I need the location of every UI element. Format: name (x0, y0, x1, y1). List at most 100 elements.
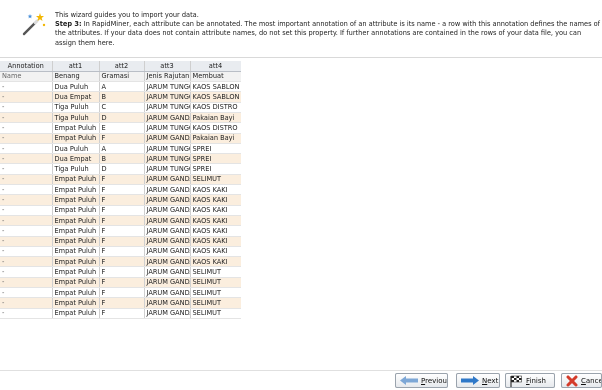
table-cell[interactable]: JARUM TUNGGAL (144, 122, 191, 134)
table-cell[interactable]: KAOS KAKI (190, 246, 241, 258)
annotation-cell[interactable]: - (0, 308, 53, 319)
table-cell[interactable]: Empat Puluh (52, 225, 100, 237)
table-cell[interactable]: JARUM TUNGGAL (144, 91, 191, 103)
table-cell[interactable]: SELIMUT (190, 297, 241, 309)
table-cell[interactable]: Empat Puluh (52, 194, 100, 206)
table-cell[interactable]: Dua Empat (52, 153, 100, 165)
finish-button[interactable]: Finish (505, 373, 555, 388)
table-cell[interactable]: E (99, 122, 145, 134)
table-cell[interactable]: Dua Puluh (52, 143, 100, 155)
annotation-cell[interactable]: - (0, 297, 53, 309)
table-cell[interactable]: SPREI (190, 153, 241, 165)
annotation-cell[interactable]: - (0, 133, 53, 144)
table-cell[interactable]: Membuat (190, 71, 241, 83)
table-cell[interactable]: Pakaian Bayi (190, 112, 241, 124)
table-cell[interactable]: KAOS KAKI (190, 205, 241, 216)
table-cell[interactable]: KAOS SABLON (190, 81, 241, 93)
annotation-cell[interactable]: - (0, 122, 53, 134)
table-cell[interactable]: JARUM GANDA (144, 277, 191, 289)
table-cell[interactable]: JARUM GANDA (144, 256, 191, 268)
table-cell[interactable]: Jenis Rajutan (144, 71, 191, 83)
table-cell[interactable]: Empat Puluh (52, 277, 100, 289)
table-cell[interactable]: Dua Puluh (52, 81, 100, 93)
table-cell[interactable]: SELIMUT (190, 277, 241, 289)
table-cell[interactable]: Empat Puluh (52, 308, 100, 319)
annotation-cell[interactable]: - (0, 277, 53, 289)
table-cell[interactable]: JARUM GANDA (144, 297, 191, 309)
annotation-cell[interactable]: - (0, 246, 53, 258)
table-cell[interactable]: KAOS SABLON (190, 91, 241, 103)
table-cell[interactable]: JARUM GANDA (144, 215, 191, 227)
annotation-cell[interactable]: - (0, 112, 53, 124)
table-cell[interactable]: JARUM GANDA (144, 133, 191, 144)
table-cell[interactable]: JARUM GANDA (144, 308, 191, 319)
table-cell[interactable]: JARUM GANDA (144, 194, 191, 206)
table-cell[interactable]: Tiga Puluh (52, 112, 100, 124)
annotation-cell[interactable]: - (0, 205, 53, 216)
table-cell[interactable]: Empat Puluh (52, 174, 100, 186)
table-cell[interactable]: F (99, 184, 145, 196)
table-cell[interactable]: F (99, 246, 145, 258)
previous-button[interactable]: Previous (395, 373, 448, 388)
annotation-cell[interactable]: - (0, 266, 53, 278)
table-cell[interactable]: F (99, 133, 145, 144)
table-cell[interactable]: JARUM GANDA (144, 184, 191, 196)
table-cell[interactable]: F (99, 266, 145, 278)
table-cell[interactable]: JARUM GANDA (144, 225, 191, 237)
table-cell[interactable]: F (99, 277, 145, 289)
table-cell[interactable]: A (99, 81, 145, 93)
table-cell[interactable]: Benang (52, 71, 100, 83)
table-cell[interactable]: SELIMUT (190, 174, 241, 186)
table-cell[interactable]: F (99, 287, 145, 299)
table-cell[interactable]: F (99, 297, 145, 309)
table-cell[interactable]: Tiga Puluh (52, 102, 100, 113)
table-cell[interactable]: SPREI (190, 163, 241, 175)
table-cell[interactable]: F (99, 174, 145, 186)
annotation-cell[interactable]: - (0, 287, 53, 299)
annotation-cell[interactable]: - (0, 225, 53, 237)
annotation-cell[interactable]: - (0, 91, 53, 103)
table-cell[interactable]: F (99, 225, 145, 237)
column-header-att3[interactable]: att3 (144, 61, 191, 72)
table-cell[interactable]: SELIMUT (190, 287, 241, 299)
table-cell[interactable]: JARUM TUNGGAL (144, 81, 191, 93)
table-cell[interactable]: JARUM TUNGGAL (144, 163, 191, 175)
column-header-att4[interactable]: att4 (190, 61, 241, 72)
table-cell[interactable]: Pakaian Bayi (190, 133, 241, 144)
table-cell[interactable]: KAOS KAKI (190, 225, 241, 237)
table-cell[interactable]: JARUM GANDA (144, 236, 191, 247)
cancel-button[interactable]: Cancel (561, 373, 602, 388)
table-cell[interactable]: KAOS KAKI (190, 236, 241, 247)
table-cell[interactable]: F (99, 205, 145, 216)
table-cell[interactable]: Empat Puluh (52, 122, 100, 134)
column-header-att1[interactable]: att1 (52, 61, 100, 72)
table-cell[interactable]: F (99, 256, 145, 268)
table-cell[interactable]: SPREI (190, 143, 241, 155)
table-cell[interactable]: JARUM GANDA (144, 287, 191, 299)
table-cell[interactable]: Dua Empat (52, 91, 100, 103)
annotation-cell[interactable]: - (0, 163, 53, 175)
table-cell[interactable]: JARUM GANDA (144, 246, 191, 258)
table-cell[interactable]: B (99, 91, 145, 103)
table-cell[interactable]: Empat Puluh (52, 215, 100, 227)
table-cell[interactable]: KAOS KAKI (190, 256, 241, 268)
table-cell[interactable]: KAOS DISTRO (190, 102, 241, 113)
table-cell[interactable]: Empat Puluh (52, 256, 100, 268)
table-cell[interactable]: JARUM TUNGGAL (144, 102, 191, 113)
table-cell[interactable]: Empat Puluh (52, 246, 100, 258)
table-cell[interactable]: JARUM TUNGGAL (144, 143, 191, 155)
annotation-cell[interactable]: - (0, 102, 53, 113)
table-cell[interactable]: F (99, 236, 145, 247)
table-cell[interactable]: Empat Puluh (52, 297, 100, 309)
annotation-cell[interactable]: - (0, 153, 53, 165)
annotation-cell[interactable]: - (0, 81, 53, 93)
table-cell[interactable]: D (99, 112, 145, 124)
table-cell[interactable]: F (99, 194, 145, 206)
annotation-cell[interactable]: Name (0, 71, 53, 83)
table-cell[interactable]: JARUM GANDA (144, 205, 191, 216)
annotation-cell[interactable]: - (0, 256, 53, 268)
table-cell[interactable]: JARUM GANDA (144, 266, 191, 278)
table-cell[interactable]: Empat Puluh (52, 184, 100, 196)
table-cell[interactable]: Empat Puluh (52, 266, 100, 278)
next-button[interactable]: Next (456, 373, 500, 388)
